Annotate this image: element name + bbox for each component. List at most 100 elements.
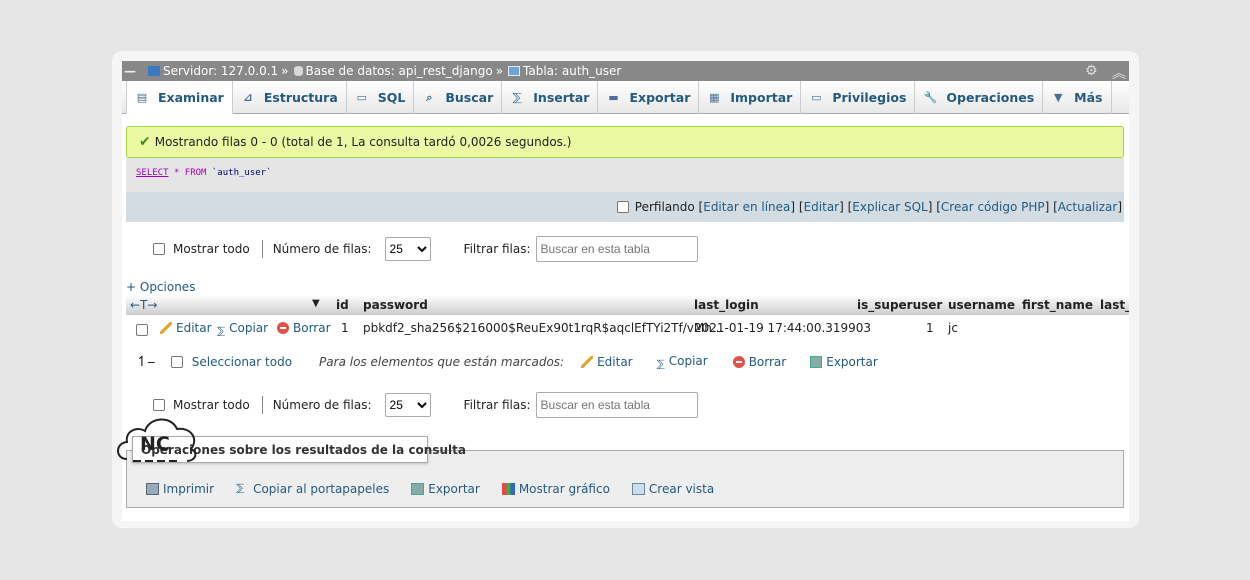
column-arrows[interactable]: ←T→ <box>130 298 157 312</box>
gear-icon[interactable]: ⚙ <box>1085 63 1098 79</box>
breadcrumb-separator: » <box>281 64 289 78</box>
breadcrumb-separator: » <box>495 64 504 78</box>
bulk-delete-button[interactable]: Borrar <box>732 355 786 369</box>
for-marked-label: Para los elementos que están marcados: <box>319 355 565 369</box>
copy-clipboard-button[interactable]: ⅀ Copiar al portapapeles <box>236 482 389 496</box>
copy-icon: ⅀ <box>236 483 245 494</box>
wrench-icon: 🔧 <box>923 91 938 104</box>
delete-icon <box>277 322 289 334</box>
printer-icon <box>146 483 159 495</box>
cell-password[interactable]: pbkdf2_sha256$216000$ReuEx90t1rqR$aqclEf… <box>363 321 723 335</box>
filter-label: Filtrar filas: <box>463 242 531 256</box>
options-link[interactable]: + Opciones <box>126 280 195 294</box>
delete-icon <box>732 356 745 368</box>
import-icon: ▦ <box>709 91 720 104</box>
privileges-icon: ▭ <box>811 91 822 104</box>
column-header-id[interactable]: id <box>336 298 349 312</box>
breadcrumb-database[interactable]: Base de datos: api_rest_django <box>306 64 493 78</box>
breadcrumb-server[interactable]: Servidor: 127.0.0.1 <box>163 64 278 78</box>
navigation-row-bottom: Mostrar todo Número de filas: 25 Filtrar… <box>153 391 698 419</box>
divider <box>261 396 263 414</box>
column-header-username[interactable]: username <box>948 298 1015 312</box>
edit-link[interactable]: Editar <box>804 200 840 214</box>
bulk-actions-row: ↿⎯ Seleccionar todo Para los elementos q… <box>136 350 878 374</box>
view-icon <box>631 483 645 495</box>
sql-keyword[interactable]: SELECT <box>136 168 169 178</box>
sort-menu-icon[interactable]: ▼ <box>312 298 320 309</box>
table-header: ←T→ ▼ id password last_login is_superuse… <box>126 295 1129 315</box>
column-header-last-name[interactable]: last_ <box>1100 298 1129 312</box>
show-all-label: Mostrar todo <box>173 242 250 256</box>
tab-operaciones[interactable]: 🔧 Operaciones <box>915 81 1044 114</box>
phpmyadmin-window: — Servidor: 127.0.0.1 » Base de datos: a… <box>122 61 1129 521</box>
refresh-link[interactable]: Actualizar <box>1058 200 1118 214</box>
breadcrumb-bar: — Servidor: 127.0.0.1 » Base de datos: a… <box>122 61 1129 83</box>
row-edit-link[interactable]: Editar <box>160 321 212 335</box>
sql-actions-bar: Perfilando [Editar en línea] [ Editar] [… <box>126 192 1124 222</box>
triangle-down-icon: ▼ <box>1053 91 1063 104</box>
explain-sql-link[interactable]: Explicar SQL <box>852 200 927 214</box>
cell-id[interactable]: 1 <box>341 321 349 335</box>
watermark-text: NC <box>140 433 170 455</box>
tab-insertar[interactable]: ⅀ Insertar <box>502 81 599 114</box>
print-button[interactable]: Imprimir <box>146 482 214 496</box>
tab-exportar[interactable]: ▬ Exportar <box>598 81 700 114</box>
column-header-password[interactable]: password <box>363 298 428 312</box>
search-icon: ⌕ <box>426 90 433 104</box>
table-icon <box>508 66 521 76</box>
rows-select[interactable]: 25 <box>384 393 431 417</box>
row-copy-link[interactable]: ⅀ Copiar <box>217 321 268 338</box>
sql-query: SELECT * FROM `auth_user` <box>126 158 1124 192</box>
bulk-copy-button[interactable]: ⅀ Copiar <box>657 354 708 371</box>
cell-username[interactable]: jc <box>948 321 958 335</box>
pencil-icon <box>581 356 594 368</box>
sql-star: * <box>173 168 180 178</box>
export-icon <box>411 483 425 495</box>
show-chart-button[interactable]: Mostrar gráfico <box>501 482 610 496</box>
success-text: Mostrando filas 0 - 0 (total de 1, La co… <box>154 135 572 149</box>
row-checkbox[interactable] <box>136 322 148 336</box>
tab-mas[interactable]: ▼ Más <box>1043 81 1112 114</box>
row-delete-link[interactable]: Borrar <box>277 321 331 335</box>
filter-input[interactable] <box>535 392 698 418</box>
bulk-export-button[interactable]: Exportar <box>810 355 878 369</box>
query-operations-row: Imprimir ⅀ Copiar al portapapeles Exporta… <box>146 482 736 496</box>
cell-is-superuser[interactable]: 1 <box>926 321 934 335</box>
show-all-checkbox[interactable] <box>153 243 165 255</box>
export-icon <box>810 356 823 368</box>
create-view-button[interactable]: Crear vista <box>631 482 714 496</box>
chart-icon <box>501 483 515 495</box>
profiling-checkbox[interactable] <box>616 201 629 213</box>
column-header-first-name[interactable]: first_name <box>1022 298 1093 312</box>
column-header-is-superuser[interactable]: is_superuser <box>857 298 942 312</box>
edit-inline-link[interactable]: Editar en línea <box>703 200 790 214</box>
navigation-row-top: Mostrar todo Número de filas: 25 Filtrar… <box>153 235 698 263</box>
sql-keyword: FROM <box>184 168 207 178</box>
tab-estructura[interactable]: ⊿ Estructura <box>233 81 347 114</box>
column-header-last-login[interactable]: last_login <box>694 298 759 312</box>
select-all-link[interactable]: Seleccionar todo <box>192 355 292 369</box>
breadcrumb: Servidor: 127.0.0.1 » Base de datos: api… <box>138 64 621 78</box>
tab-examinar[interactable]: ▤ Examinar <box>126 81 233 114</box>
export-button[interactable]: Exportar <box>411 482 480 496</box>
success-message: ✔ Mostrando filas 0 - 0 (total de 1, La … <box>126 126 1124 158</box>
cell-last-login[interactable]: 2021-01-19 17:44:00.319903 <box>694 321 871 335</box>
tab-privilegios[interactable]: ▭ Privilegios <box>801 81 916 114</box>
tab-bar: ▤ Examinar ⊿ Estructura ▭ SQL ⌕ Buscar ⅀ Inse… <box>122 81 1129 114</box>
export-icon: ▬ <box>608 91 619 104</box>
filter-input[interactable] <box>535 236 698 262</box>
select-all-checkbox[interactable] <box>170 356 183 368</box>
tab-sql[interactable]: ▭ SQL <box>347 81 415 114</box>
bulk-edit-button[interactable]: Editar <box>581 355 633 369</box>
profiling-label: Perfilando <box>634 200 695 214</box>
structure-icon: ⊿ <box>243 91 253 104</box>
collapse-icon[interactable]: — <box>122 61 138 81</box>
filter-label: Filtrar filas: <box>463 398 531 412</box>
tab-importar[interactable]: ▦ Importar <box>699 81 802 114</box>
insert-icon: ⅀ <box>512 91 522 104</box>
tab-buscar[interactable]: ⌕ Buscar <box>414 81 503 114</box>
create-php-link[interactable]: Crear código PHP <box>941 200 1045 214</box>
rows-select[interactable]: 25 <box>384 237 431 261</box>
collapse-up-icon[interactable]: ︽ <box>1112 63 1126 83</box>
breadcrumb-table[interactable]: Tabla: auth_user <box>523 64 621 78</box>
